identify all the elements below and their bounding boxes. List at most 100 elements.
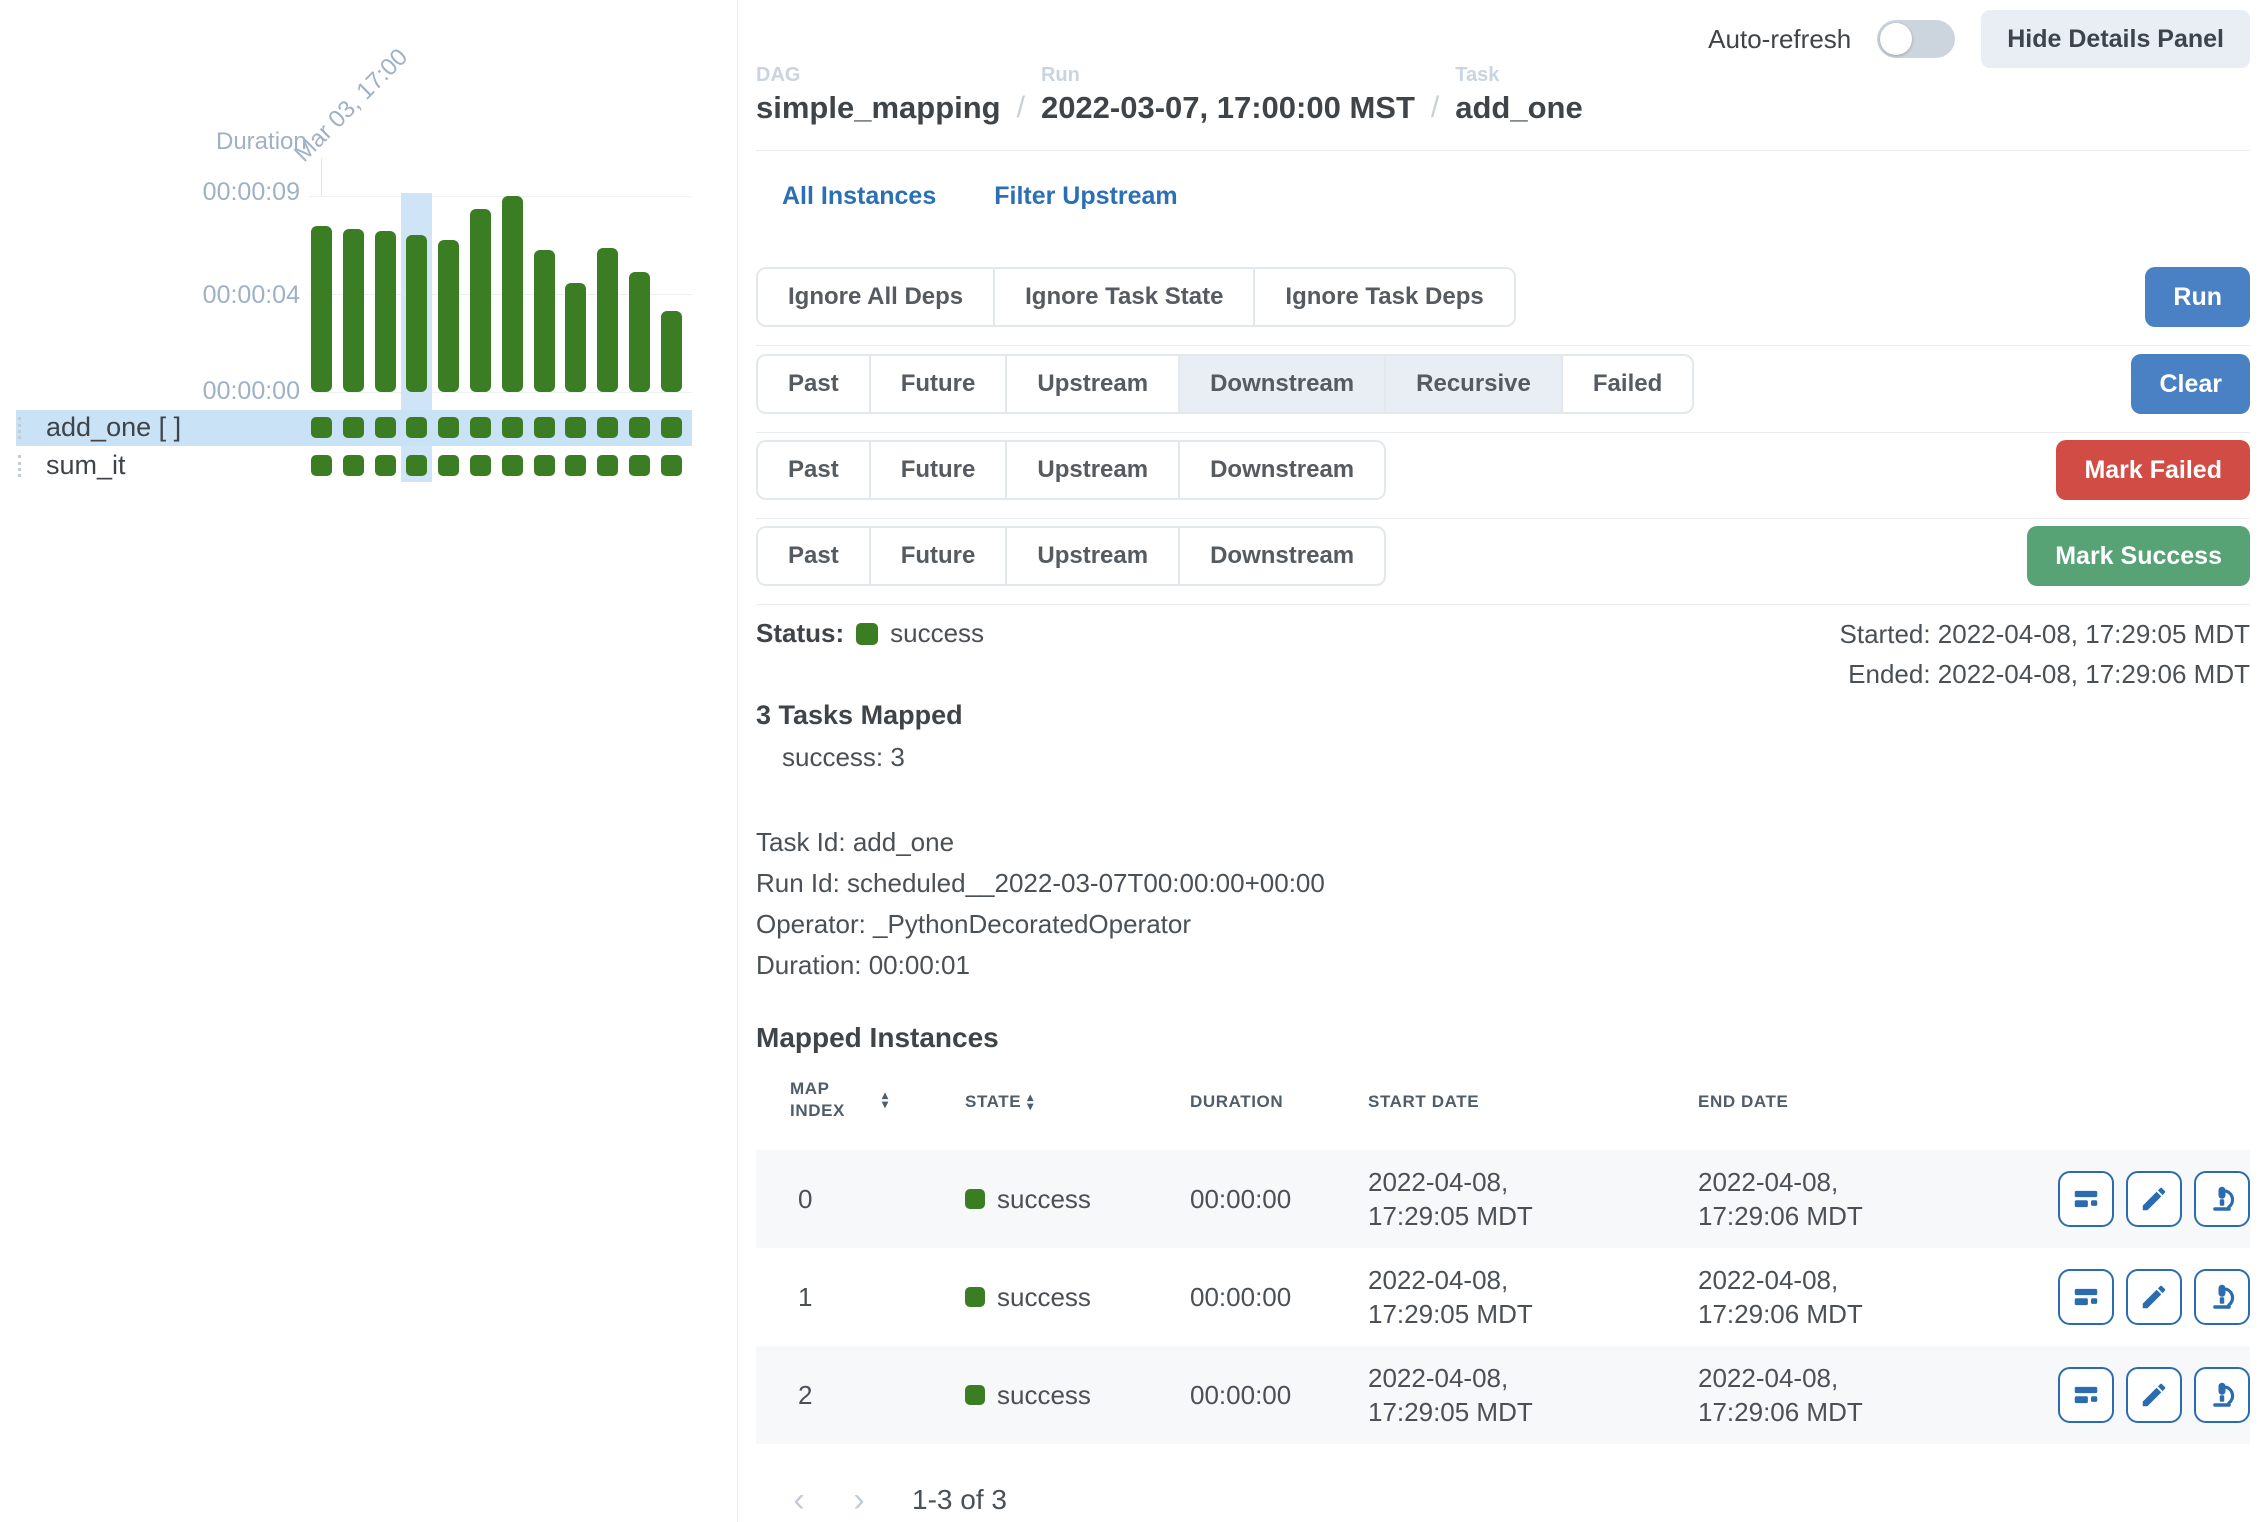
duration-bar[interactable]: [438, 240, 459, 392]
microscope-icon: [2207, 1184, 2237, 1214]
sort-icon[interactable]: ▴▾: [1027, 1093, 1034, 1111]
success-downstream-chip[interactable]: Downstream: [1178, 526, 1386, 586]
duration-bar[interactable]: [597, 248, 618, 392]
clear-future-chip[interactable]: Future: [869, 354, 1008, 414]
clear-past-chip[interactable]: Past: [756, 354, 871, 414]
log-button[interactable]: [2194, 1269, 2250, 1325]
task-instance-square[interactable]: [438, 417, 459, 438]
ended-timestamp: Ended: 2022-04-08, 17:29:06 MDT: [1840, 654, 2250, 694]
task-instance-square[interactable]: [311, 455, 332, 476]
task-instance-square[interactable]: [438, 455, 459, 476]
success-past-chip[interactable]: Past: [756, 526, 871, 586]
run-button[interactable]: Run: [2145, 267, 2250, 327]
task-instance-square[interactable]: [565, 417, 586, 438]
status-label: Status:: [756, 618, 844, 649]
tasks-mapped-breakdown: success: 3: [782, 742, 905, 773]
task-label-add-one[interactable]: add_one [ ]: [46, 412, 181, 443]
task-instance-square[interactable]: [406, 417, 427, 438]
ignore-task-state-button[interactable]: Ignore Task State: [993, 267, 1255, 327]
tab-filter-upstream[interactable]: Filter Upstream: [994, 182, 1177, 211]
failed-future-chip[interactable]: Future: [869, 440, 1008, 500]
task-instance-square[interactable]: [470, 455, 491, 476]
success-future-chip[interactable]: Future: [869, 526, 1008, 586]
end-date-cell: 2022-04-08, 17:29:06 MDT: [1698, 1150, 1863, 1248]
panel-divider: [737, 0, 738, 1522]
started-timestamp: Started: 2022-04-08, 17:29:05 MDT: [1840, 614, 2250, 654]
task-row-sum-it[interactable]: sum_it: [16, 448, 692, 484]
map-index-cell: 2: [798, 1346, 812, 1444]
duration-bar[interactable]: [661, 311, 682, 392]
failed-upstream-chip[interactable]: Upstream: [1005, 440, 1180, 500]
end-date-cell: 2022-04-08, 17:29:06 MDT: [1698, 1248, 1863, 1346]
task-instance-square[interactable]: [565, 455, 586, 476]
clear-upstream-chip[interactable]: Upstream: [1005, 354, 1180, 414]
operator-line: Operator: _PythonDecoratedOperator: [756, 904, 1325, 945]
mapped-instances-table-header: MAP INDEX ▴▾ STATE ▴▾ DURATION START DAT…: [756, 1072, 2250, 1132]
task-instance-square[interactable]: [343, 455, 364, 476]
next-page-button[interactable]: ›: [836, 1480, 882, 1520]
task-instance-square[interactable]: [534, 417, 555, 438]
duration-bar[interactable]: [470, 209, 491, 392]
duration-bar[interactable]: [629, 272, 650, 392]
failed-downstream-chip[interactable]: Downstream: [1178, 440, 1386, 500]
status-value: success: [890, 618, 984, 649]
task-instance-square[interactable]: [661, 455, 682, 476]
mark-failed-button[interactable]: Mark Failed: [2056, 440, 2250, 500]
mark-success-button[interactable]: Mark Success: [2027, 526, 2250, 586]
task-instance-square[interactable]: [406, 455, 427, 476]
mark-success-options-group: Past Future Upstream Downstream: [756, 526, 2250, 586]
task-instance-square[interactable]: [343, 417, 364, 438]
duration-bar[interactable]: [502, 196, 523, 392]
grid-details-button[interactable]: [2058, 1367, 2114, 1423]
auto-refresh-toggle[interactable]: [1877, 20, 1955, 58]
duration-bar[interactable]: [375, 231, 396, 392]
task-label-sum-it[interactable]: sum_it: [46, 450, 126, 481]
ignore-all-deps-button[interactable]: Ignore All Deps: [756, 267, 995, 327]
task-instance-square[interactable]: [629, 455, 650, 476]
grid-details-button[interactable]: [2058, 1269, 2114, 1325]
task-instance-square[interactable]: [597, 417, 618, 438]
log-button[interactable]: [2194, 1367, 2250, 1423]
duration-bar[interactable]: [311, 226, 332, 392]
breadcrumb-separator: /: [1431, 91, 1439, 126]
rendered-templates-button[interactable]: [2126, 1367, 2182, 1423]
row-actions: [2058, 1269, 2250, 1325]
task-instance-square[interactable]: [597, 455, 618, 476]
start-date-cell: 2022-04-08, 17:29:05 MDT: [1368, 1150, 1533, 1248]
clear-recursive-chip[interactable]: Recursive: [1384, 354, 1563, 414]
previous-page-button[interactable]: ‹: [776, 1480, 822, 1520]
task-instance-square[interactable]: [375, 417, 396, 438]
task-instance-square[interactable]: [629, 417, 650, 438]
duration-bar[interactable]: [565, 283, 586, 392]
breadcrumb-dag-value[interactable]: simple_mapping: [756, 90, 1001, 126]
breadcrumb-task-value[interactable]: add_one: [1455, 90, 1582, 126]
rendered-templates-button[interactable]: [2126, 1269, 2182, 1325]
task-instance-square[interactable]: [534, 455, 555, 476]
rendered-templates-button[interactable]: [2126, 1171, 2182, 1227]
breadcrumb-run-value[interactable]: 2022-03-07, 17:00:00 MST: [1041, 90, 1415, 126]
duration-cell: 00:00:00: [1190, 1346, 1291, 1444]
grid-chart-panel: Duration Mar 03, 17:00 00:00:09 00:00:04…: [0, 0, 737, 1522]
ignore-task-deps-button[interactable]: Ignore Task Deps: [1253, 267, 1515, 327]
success-upstream-chip[interactable]: Upstream: [1005, 526, 1180, 586]
hide-details-panel-button[interactable]: Hide Details Panel: [1981, 10, 2250, 68]
grid-details-button[interactable]: [2058, 1171, 2114, 1227]
sort-icon[interactable]: ▴▾: [882, 1091, 889, 1109]
tab-all-instances[interactable]: All Instances: [782, 182, 936, 211]
task-instance-square[interactable]: [661, 417, 682, 438]
duration-bar[interactable]: [406, 235, 427, 392]
task-instance-square[interactable]: [502, 417, 523, 438]
task-instance-square[interactable]: [375, 455, 396, 476]
clear-downstream-chip[interactable]: Downstream: [1178, 354, 1386, 414]
task-row-add-one[interactable]: add_one [ ]: [16, 410, 692, 446]
task-instance-square[interactable]: [311, 417, 332, 438]
task-instance-square[interactable]: [470, 417, 491, 438]
clear-failed-chip[interactable]: Failed: [1561, 354, 1694, 414]
duration-bar[interactable]: [534, 250, 555, 392]
clear-button[interactable]: Clear: [2131, 354, 2250, 414]
duration-bar[interactable]: [343, 229, 364, 392]
task-instance-square[interactable]: [502, 455, 523, 476]
log-button[interactable]: [2194, 1171, 2250, 1227]
failed-past-chip[interactable]: Past: [756, 440, 871, 500]
state-cell: success: [965, 1248, 1091, 1346]
